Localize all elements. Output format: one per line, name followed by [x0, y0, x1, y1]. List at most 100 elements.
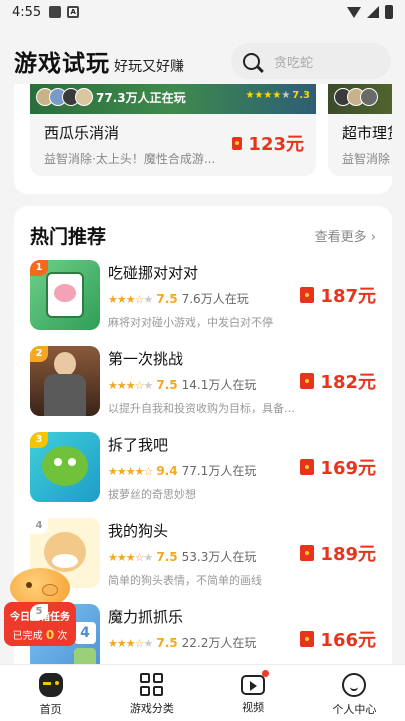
game-name: 吃碰挪对对对	[108, 264, 199, 282]
price-value: 187元	[320, 286, 376, 307]
price-value: 169元	[320, 458, 376, 479]
search-icon	[243, 52, 260, 70]
game-desc: 益智消除	[342, 152, 391, 166]
red-packet-icon	[232, 136, 243, 150]
game-desc: 以提升自我和投资收购为目标，具备十...	[108, 402, 304, 415]
page-title: 游戏试玩	[14, 51, 110, 77]
red-packet-icon	[300, 459, 315, 475]
task-progress: 已完成 0 次	[4, 627, 76, 642]
rank-badge: 4	[30, 518, 48, 534]
status-bar: 4:55 A	[0, 0, 405, 24]
tab-video[interactable]: 视频	[203, 665, 304, 721]
star-rating: ★★★☆★	[108, 293, 153, 306]
rating-score: 7.3	[292, 90, 310, 101]
rating-score: 7.5	[156, 636, 178, 650]
game-info: 吃碰挪对对对 ★★★☆★ 7.5 7.6万人在玩 麻将对对碰小游戏，中发白对不停	[108, 262, 304, 330]
game-thumbnail: 2	[30, 346, 100, 416]
game-list-item[interactable]: 2 第一次挑战 ★★★☆★ 7.5 14.1万人在玩 以提升自我和投资收购为目标，具…	[30, 346, 376, 420]
page-slogan: 好玩又好赚	[114, 59, 184, 75]
reward-price: 182元	[300, 368, 376, 394]
players-count: 14.1万人在玩	[181, 378, 257, 392]
game-meta: ★★★☆★ 7.5 53.3万人在玩	[108, 548, 304, 565]
star-rating: ★★★★☆	[108, 465, 153, 478]
game-name: 超市理货	[342, 124, 392, 142]
featured-game-card[interactable]: 77.3万人正在玩 ★★★★★ 7.3 西瓜乐消消 益智消除·太上头！魔性合成游.…	[30, 84, 316, 176]
tab-profile[interactable]: 个人中心	[304, 665, 405, 721]
featured-game-card[interactable]: 超市理货 益智消除	[328, 84, 392, 176]
player-avatars	[36, 88, 93, 106]
star-rating: ★★★★★ 7.3	[245, 90, 310, 101]
search-input[interactable]: 贪吃蛇	[274, 52, 313, 71]
game-list-item[interactable]: 1 吃碰挪对对对 ★★★☆★ 7.5 7.6万人在玩 麻将对对碰小游戏，中发白对不停…	[30, 260, 376, 334]
star-rating: ★★★☆★	[108, 637, 153, 650]
red-packet-icon	[300, 287, 315, 303]
player-avatars	[334, 88, 378, 106]
game-info: 拆了我吧 ★★★★☆ 9.4 77.1万人在玩 拔萝丝的奇思妙想	[108, 434, 304, 502]
section-title: 热门推荐	[30, 226, 107, 248]
rating-score: 7.5	[156, 550, 178, 564]
players-count: 77.3万人正在玩	[96, 91, 186, 105]
tab-label: 视频	[242, 701, 265, 714]
task-progress-count: 0	[45, 628, 55, 642]
game-desc: 简单的狗头表情，不简单的画线	[108, 574, 262, 587]
avatar	[360, 88, 378, 106]
players-count: 7.6万人在玩	[181, 292, 249, 306]
search-bar[interactable]: 贪吃蛇	[231, 43, 391, 79]
star-rating: ★★★☆★	[108, 379, 153, 392]
avatar	[75, 88, 93, 106]
game-list-item[interactable]: 4 我的狗头 ★★★☆★ 7.5 53.3万人在玩 简单的狗头表情，不简单的画线 1…	[30, 518, 376, 592]
game-name: 第一次挑战	[108, 350, 184, 368]
task-progress-prefix: 已完成	[12, 631, 43, 642]
signal-icon	[367, 6, 379, 18]
reward-price: 166元	[300, 626, 376, 652]
tab-label: 个人中心	[332, 703, 377, 716]
game-info: 第一次挑战 ★★★☆★ 7.5 14.1万人在玩 以提升自我和投资收购为目标，具备十…	[108, 348, 304, 416]
reward-price: 187元	[300, 282, 376, 308]
game-thumbnail: 1	[30, 260, 100, 330]
game-desc: 麻将对对碰小游戏，中发白对不停	[108, 316, 273, 329]
wifi-icon	[347, 6, 361, 18]
game-name: 拆了我吧	[108, 436, 169, 454]
rank-badge: 3	[30, 432, 48, 448]
battery-icon	[385, 5, 393, 19]
featured-games-carousel[interactable]: 77.3万人正在玩 ★★★★★ 7.3 西瓜乐消消 益智消除·太上头！魔性合成游.…	[14, 84, 392, 194]
game-meta: ★★★☆★ 7.5 22.2万人在玩	[108, 634, 304, 651]
game-banner	[328, 84, 392, 114]
user-icon	[342, 673, 367, 697]
players-count: 22.2万人在玩	[181, 636, 257, 650]
star-rating: ★★★☆★	[108, 551, 153, 564]
see-more-link[interactable]: 查看更多 ›	[315, 226, 376, 245]
video-icon	[241, 670, 270, 695]
price-value: 189元	[320, 544, 376, 565]
tab-label: 游戏分类	[129, 702, 174, 715]
game-meta: ★★★☆★ 7.5 14.1万人在玩	[108, 376, 304, 393]
gamepad-icon	[38, 673, 63, 697]
price-value: 182元	[320, 372, 376, 393]
game-list-item[interactable]: 3 拆了我吧 ★★★★☆ 9.4 77.1万人在玩 拔萝丝的奇思妙想 169元	[30, 432, 376, 506]
red-packet-icon	[300, 373, 315, 389]
game-info: 我的狗头 ★★★☆★ 7.5 53.3万人在玩 简单的狗头表情，不简单的画线	[108, 520, 304, 588]
tab-categories[interactable]: 游戏分类	[101, 665, 202, 721]
reward-price: 123元	[232, 130, 304, 156]
tab-label: 首页	[39, 703, 62, 716]
game-name: 我的狗头	[108, 522, 169, 540]
status-time: 4:55	[12, 4, 42, 20]
game-info: 魔力抓抓乐 ★★★☆★ 7.5 22.2万人在玩	[108, 606, 304, 651]
tab-home[interactable]: 首页	[0, 665, 101, 721]
rank-badge: 5	[30, 604, 48, 620]
rating-score: 7.5	[156, 378, 178, 392]
red-packet-icon	[300, 545, 315, 561]
rank-badge: 1	[30, 260, 48, 276]
task-progress-suffix: 次	[57, 631, 68, 642]
price-value: 166元	[320, 630, 376, 651]
reward-price: 189元	[300, 540, 376, 566]
grid-icon	[140, 673, 164, 696]
game-name: 魔力抓抓乐	[108, 608, 184, 626]
game-banner: 77.3万人正在玩 ★★★★★ 7.3	[30, 84, 316, 114]
header: 游戏试玩 好玩又好赚 贪吃蛇	[0, 36, 405, 86]
reward-price: 169元	[300, 454, 376, 480]
bottom-tab-bar: 首页 游戏分类 视频 个人中心	[0, 664, 405, 721]
price-value: 123元	[248, 134, 304, 155]
rating-score: 9.4	[156, 464, 178, 478]
rating-score: 7.5	[156, 292, 178, 306]
